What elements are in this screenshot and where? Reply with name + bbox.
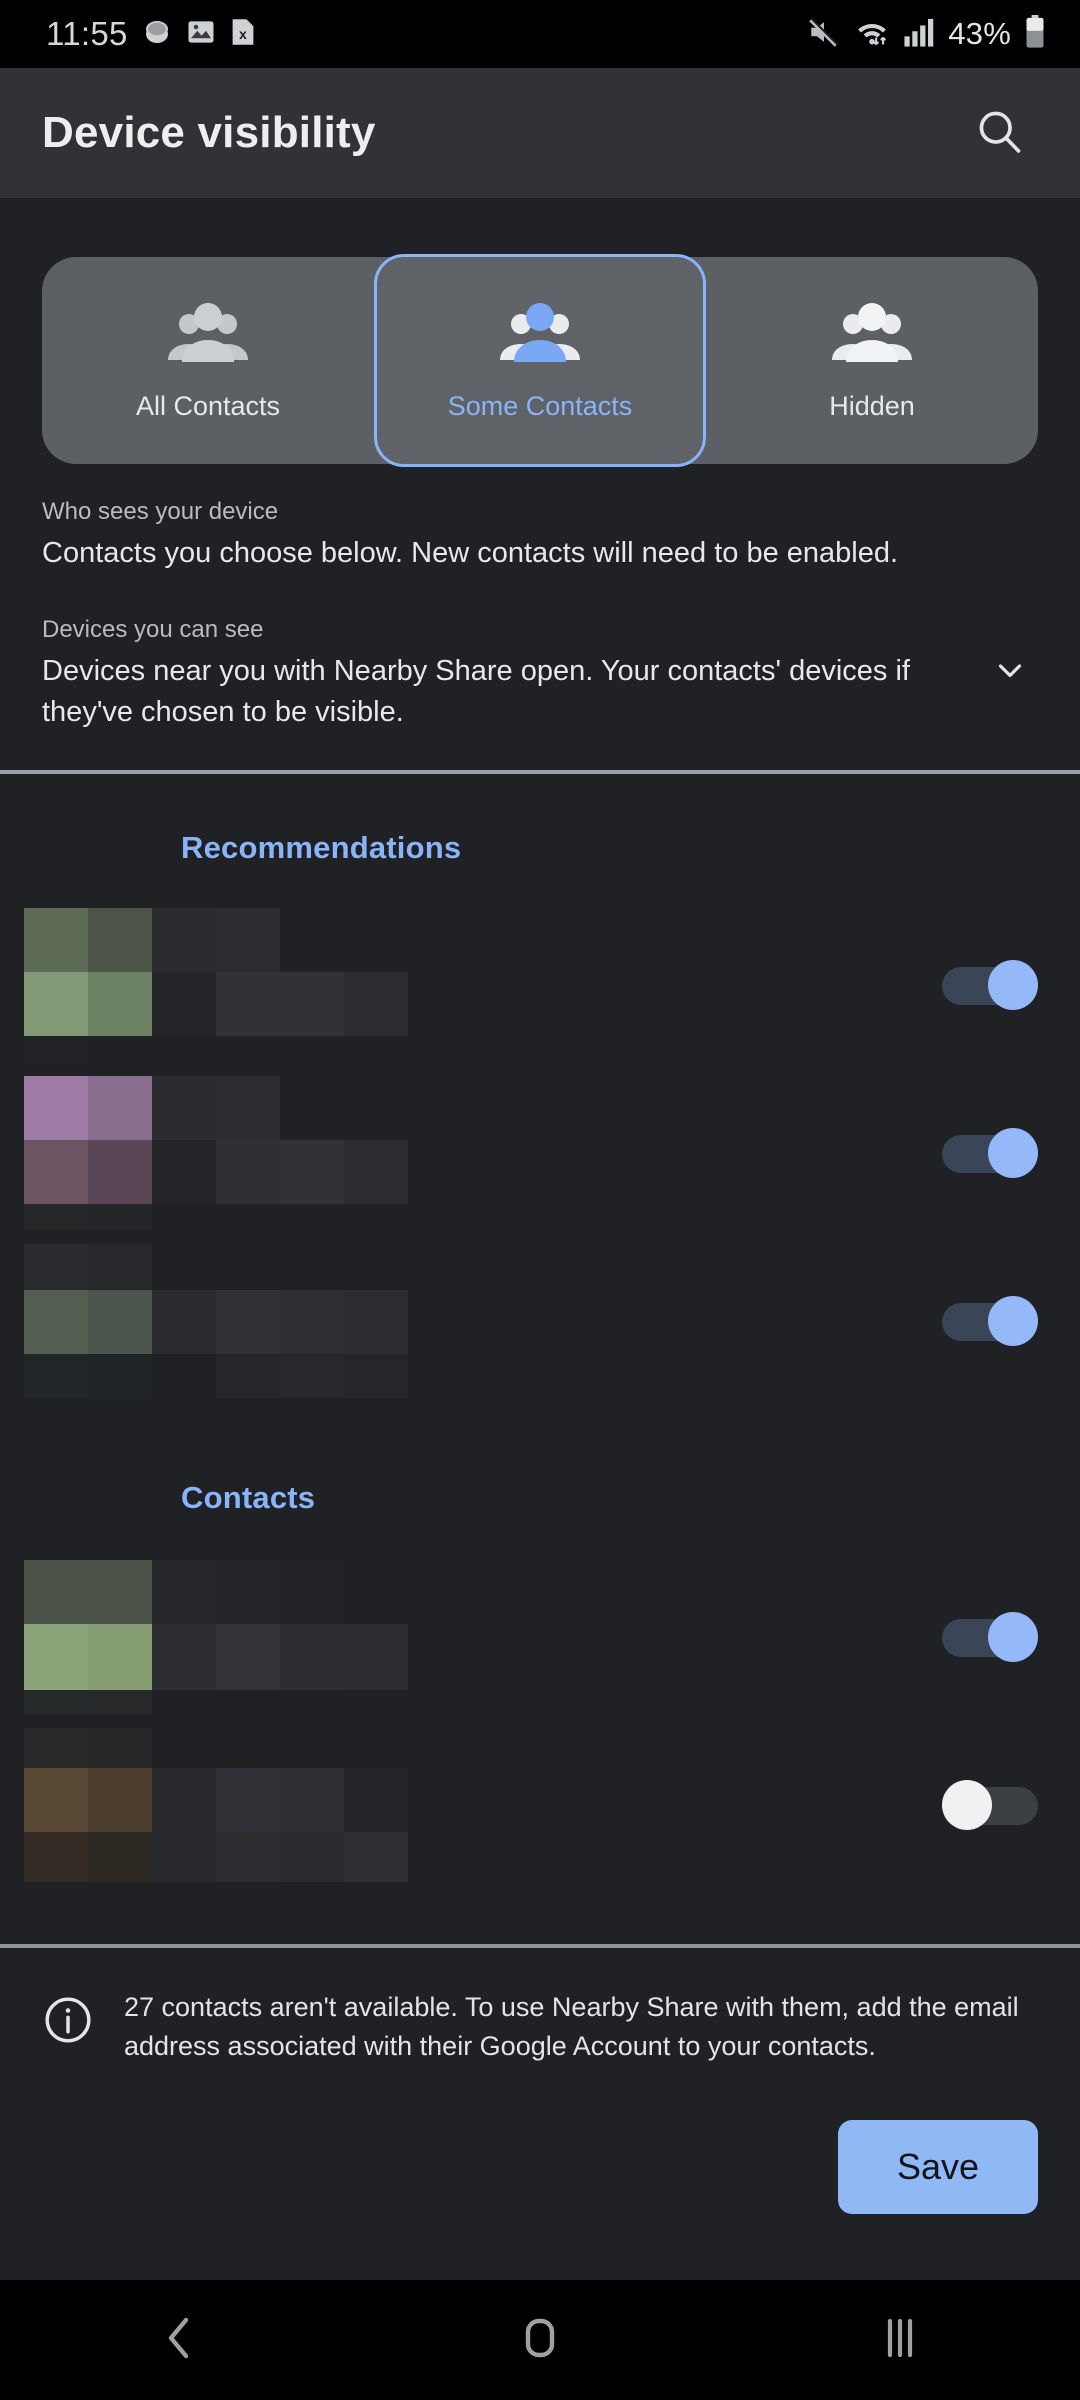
toggle-thumb: [942, 1779, 992, 1830]
page-content: All Contacts Some Contacts Hidden Who se…: [0, 198, 1080, 2280]
recents-button[interactable]: [720, 2280, 1080, 2400]
status-bar-left: 11:55 x: [46, 15, 257, 53]
contacts-rows: [0, 1516, 1080, 1882]
status-time: 11:55: [46, 15, 128, 52]
toggle-thumb: [988, 1127, 1038, 1178]
group-people-icon: [162, 300, 254, 371]
image-icon: [186, 17, 216, 52]
wifi-icon: [854, 15, 890, 54]
contact-visibility-toggle[interactable]: [942, 1127, 1038, 1178]
group-people-icon: [826, 300, 918, 371]
svg-text:x: x: [239, 25, 247, 41]
description-text: Contacts you choose below. New contacts …: [42, 537, 899, 569]
visibility-option-label: All Contacts: [135, 390, 281, 421]
description-block: Who sees your device Contacts you choose…: [0, 464, 1080, 734]
visibility-option-some-contacts[interactable]: Some Contacts: [374, 254, 706, 467]
page-title: Device visibility: [42, 108, 376, 157]
contact-row[interactable]: [0, 1727, 1080, 1882]
contact-row[interactable]: [0, 1075, 1080, 1230]
redacted-contact-info: [24, 1727, 704, 1882]
contact-row[interactable]: [0, 1243, 1080, 1398]
toggle-thumb: [988, 1295, 1038, 1346]
recents-icon: [878, 2314, 922, 2367]
visibility-selector: All Contacts Some Contacts Hidden: [42, 254, 1038, 467]
group-people-icon: [494, 300, 586, 371]
contact-visibility-toggle[interactable]: [942, 1295, 1038, 1346]
app-bar-actions: [964, 98, 1034, 168]
contact-visibility-toggle[interactable]: [942, 1611, 1038, 1662]
description-who-sees: Who sees your device Contacts you choose…: [42, 494, 1038, 574]
section-title-contacts: Contacts: [181, 1479, 316, 1515]
search-icon: [973, 105, 1025, 162]
navigation-bar: [0, 2280, 1080, 2400]
search-button[interactable]: [964, 98, 1034, 168]
back-icon: [158, 2314, 202, 2367]
description-label: Devices you can see: [42, 616, 264, 644]
description-devices-you-see: Devices you can see Devices near you wit…: [42, 612, 1038, 733]
contact-row[interactable]: [0, 1559, 1080, 1714]
signal-bars-icon: [903, 17, 935, 52]
redacted-contact-info: [24, 1243, 704, 1398]
visibility-option-label: Hidden: [829, 390, 915, 421]
status-bar: 11:55 x 43%: [0, 0, 1080, 68]
toggle-thumb: [988, 959, 1038, 1010]
home-icon: [518, 2314, 562, 2367]
mute-icon: [807, 15, 841, 54]
redacted-contact-info: [24, 907, 704, 1062]
phone-screen: 11:55 x 43% Device visibility All Contac…: [0, 0, 1080, 2400]
description-text: Devices near you with Nearby Share open.…: [42, 655, 910, 729]
sim-card-x-icon: x: [229, 17, 257, 52]
redacted-contact-info: [24, 1559, 704, 1714]
visibility-option-all-contacts[interactable]: All Contacts: [42, 254, 374, 467]
toggle-thumb: [988, 1611, 1038, 1662]
battery-percent: 43%: [948, 16, 1011, 51]
section-title-recommendations: Recommendations: [181, 829, 462, 865]
contact-visibility-toggle[interactable]: [942, 1779, 1038, 1830]
home-button[interactable]: [360, 2280, 720, 2400]
recommendations-rows: [0, 866, 1080, 1398]
redacted-contact-info: [24, 1075, 704, 1230]
app-bar: Device visibility: [0, 68, 1080, 198]
contact-visibility-toggle[interactable]: [942, 959, 1038, 1010]
visibility-selector-wrap: All Contacts Some Contacts Hidden: [0, 198, 1080, 467]
battery-icon: [1024, 14, 1046, 54]
chevron-down-icon: [991, 651, 1029, 694]
save-button[interactable]: Save: [838, 2120, 1038, 2214]
expand-description-button[interactable]: [986, 649, 1034, 697]
description-label: Who sees your device: [42, 498, 279, 525]
capsule-icon: [141, 16, 173, 53]
visibility-option-label: Some Contacts: [447, 390, 633, 421]
status-bar-right: 43%: [807, 14, 1046, 54]
contact-row[interactable]: [0, 907, 1080, 1062]
info-text: 27 contacts aren't available. To use Nea…: [124, 1991, 1019, 2061]
unavailable-contacts-info: 27 contacts aren't available. To use Nea…: [0, 1948, 1080, 2066]
save-button-wrap: Save: [838, 2120, 1038, 2214]
info-icon: [42, 1994, 94, 2051]
back-button[interactable]: [0, 2280, 360, 2400]
visibility-option-hidden[interactable]: Hidden: [706, 254, 1038, 467]
